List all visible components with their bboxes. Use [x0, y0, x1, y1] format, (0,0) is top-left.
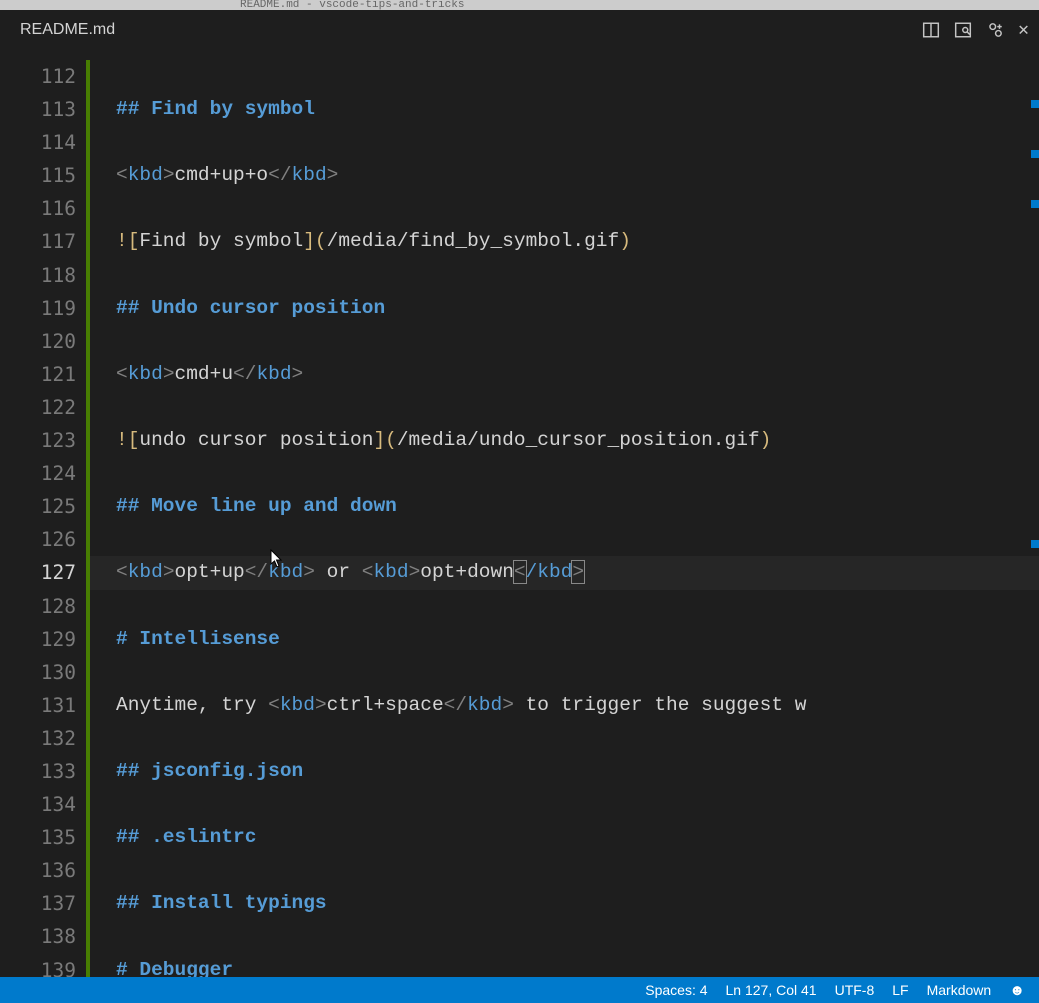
close-icon[interactable]: ✕ — [1018, 19, 1029, 41]
line-number: 130 — [0, 656, 86, 689]
code-line[interactable]: ## Undo cursor position — [116, 292, 1039, 325]
status-encoding[interactable]: UTF-8 — [835, 982, 875, 998]
code-line[interactable]: ![undo cursor position](/media/undo_curs… — [116, 424, 1039, 457]
line-number: 117 — [0, 225, 86, 258]
code-line[interactable]: <kbd>cmd+u</kbd> — [116, 358, 1039, 391]
status-bar: Spaces: 4 Ln 127, Col 41 UTF-8 LF Markdo… — [0, 977, 1039, 1003]
code-line[interactable] — [116, 60, 1039, 93]
line-number: 137 — [0, 887, 86, 920]
code-line[interactable] — [116, 854, 1039, 887]
code-line[interactable]: <kbd>cmd+up+o</kbd> — [116, 159, 1039, 192]
line-number: 129 — [0, 623, 86, 656]
code-line[interactable]: ## .eslintrc — [116, 821, 1039, 854]
code-line[interactable]: ## Find by symbol — [116, 93, 1039, 126]
code-line[interactable]: ## Move line up and down — [116, 490, 1039, 523]
line-number: 127 — [0, 556, 86, 589]
line-number: 112 — [0, 60, 86, 93]
line-number: 118 — [0, 259, 86, 292]
line-number: 133 — [0, 755, 86, 788]
code-line[interactable] — [116, 192, 1039, 225]
code-line[interactable] — [116, 457, 1039, 490]
line-number: 119 — [0, 292, 86, 325]
line-number: 120 — [0, 325, 86, 358]
code-line[interactable]: # Debugger — [116, 954, 1039, 977]
line-number: 116 — [0, 192, 86, 225]
line-number: 121 — [0, 358, 86, 391]
code-line[interactable] — [116, 590, 1039, 623]
line-number: 126 — [0, 523, 86, 556]
tab-readme[interactable]: README.md — [20, 21, 115, 39]
line-gutter: 1121131141151161171181191201211221231241… — [0, 50, 86, 977]
editor-actions: ✕ — [922, 19, 1029, 41]
line-number: 123 — [0, 424, 86, 457]
line-number: 139 — [0, 954, 86, 977]
code-line[interactable] — [116, 920, 1039, 953]
ruler-mark — [1031, 100, 1039, 108]
split-editor-icon[interactable] — [922, 21, 940, 39]
modified-indicator — [86, 60, 90, 977]
line-number: 115 — [0, 159, 86, 192]
code-line[interactable] — [116, 656, 1039, 689]
code-area[interactable]: ## Find by symbol <kbd>cmd+up+o</kbd> ![Fi… — [86, 50, 1039, 977]
code-line[interactable] — [116, 788, 1039, 821]
line-number: 136 — [0, 854, 86, 887]
line-number: 131 — [0, 689, 86, 722]
open-preview-icon[interactable] — [954, 21, 972, 39]
line-number: 128 — [0, 590, 86, 623]
status-position[interactable]: Ln 127, Col 41 — [726, 982, 817, 998]
line-number: 124 — [0, 457, 86, 490]
code-line[interactable] — [116, 391, 1039, 424]
status-spaces[interactable]: Spaces: 4 — [645, 982, 707, 998]
ruler-mark — [1031, 540, 1039, 548]
window-titlebar: README.md - vscode-tips-and-tricks — [0, 0, 1039, 10]
status-language[interactable]: Markdown — [927, 982, 992, 998]
line-number: 122 — [0, 391, 86, 424]
code-line[interactable] — [116, 523, 1039, 556]
line-number: 113 — [0, 93, 86, 126]
code-line[interactable]: Anytime, try <kbd>ctrl+space</kbd> to tr… — [116, 689, 1039, 722]
code-line[interactable]: <kbd>opt+up</kbd> or <kbd>opt+down</kbd> — [86, 556, 1039, 589]
more-actions-icon[interactable] — [986, 21, 1004, 39]
line-number: 125 — [0, 490, 86, 523]
editor-tab-bar: README.md ✕ — [0, 10, 1039, 50]
code-line[interactable] — [116, 722, 1039, 755]
status-eol[interactable]: LF — [892, 982, 908, 998]
code-line[interactable]: ![Find by symbol](/media/find_by_symbol.… — [116, 225, 1039, 258]
code-line[interactable] — [116, 259, 1039, 292]
code-line[interactable] — [116, 126, 1039, 159]
line-number: 114 — [0, 126, 86, 159]
code-line[interactable]: ## jsconfig.json — [116, 755, 1039, 788]
line-number: 138 — [0, 920, 86, 953]
editor-body[interactable]: 1121131141151161171181191201211221231241… — [0, 50, 1039, 977]
ruler-mark — [1031, 200, 1039, 208]
ruler-mark — [1031, 150, 1039, 158]
code-line[interactable]: # Intellisense — [116, 623, 1039, 656]
line-number: 134 — [0, 788, 86, 821]
code-line[interactable] — [116, 325, 1039, 358]
feedback-icon[interactable]: ☻ — [1009, 982, 1025, 999]
overview-ruler[interactable] — [1025, 50, 1039, 977]
line-number: 132 — [0, 722, 86, 755]
code-line[interactable]: ## Install typings — [116, 887, 1039, 920]
line-number: 135 — [0, 821, 86, 854]
